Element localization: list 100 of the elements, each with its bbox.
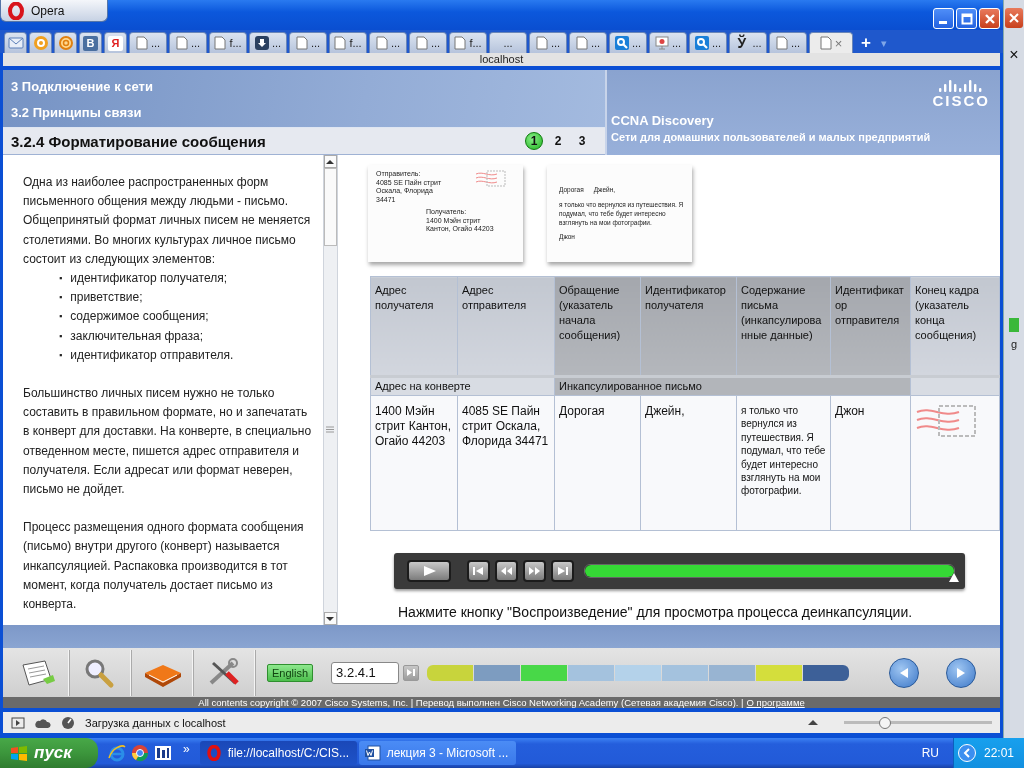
up-arrow-icon[interactable]: [808, 719, 818, 726]
page-icon: [175, 36, 188, 50]
chapter-title: 3 Подключение к сети: [11, 79, 154, 95]
start-button[interactable]: пуск: [0, 738, 98, 768]
favicon: Ў: [736, 35, 748, 51]
close-tab-button[interactable]: ×: [834, 35, 843, 51]
play-button[interactable]: [407, 560, 451, 582]
speedometer-icon[interactable]: [61, 715, 75, 730]
close-button[interactable]: [979, 8, 1000, 29]
close-button[interactable]: [1005, 8, 1023, 28]
back-button[interactable]: [889, 657, 919, 688]
page-number[interactable]: 2: [549, 132, 567, 150]
list-item-text: содержимое сообщения;: [70, 308, 209, 326]
at-sign-icon: [32, 35, 49, 51]
page-number-field[interactable]: 3.2.4.1: [331, 661, 400, 684]
windows-flag-icon: [10, 745, 28, 761]
cloud-icon[interactable]: [35, 716, 51, 729]
column-header: Конец кадра (указатель конца сообщения): [910, 276, 1000, 377]
browser-tab[interactable]: ...: [529, 32, 567, 53]
browser-tab[interactable]: ...: [609, 32, 647, 53]
chevron-left-icon: [962, 748, 971, 758]
taskbar-button[interactable]: лекция 3 - Microsoft ...: [358, 741, 516, 765]
list-item-text: приветствие;: [70, 289, 143, 307]
maximize-icon: [960, 12, 973, 25]
progress-segment[interactable]: [803, 664, 850, 681]
search-icon: [614, 36, 629, 50]
browser-tab[interactable]: [54, 32, 77, 53]
zoom-slider-thumb[interactable]: [879, 716, 892, 729]
progress-thumb[interactable]: [949, 573, 959, 582]
at-sign-icon: [57, 35, 74, 51]
browser-tab[interactable]: f...: [209, 32, 247, 53]
rewind-icon: [500, 566, 513, 576]
section-title: 3.2 Принципы связи: [11, 104, 143, 120]
about-link[interactable]: О программе: [746, 697, 805, 708]
browser-tab[interactable]: ...: [569, 32, 607, 53]
fast-forward-button[interactable]: [523, 560, 546, 582]
go-button[interactable]: [403, 664, 420, 681]
column-header: Адрес отправителя: [457, 276, 555, 377]
tab-marker: [1009, 318, 1019, 332]
page-number[interactable]: 3: [573, 132, 591, 150]
page-icon: [575, 36, 588, 50]
browser-tab[interactable]: ...: [369, 32, 407, 53]
browser-tab[interactable]: f...: [449, 32, 487, 53]
forward-arrow-icon: [955, 666, 967, 679]
search-icon: [694, 36, 709, 50]
browser-tab[interactable]: ...: [249, 32, 287, 53]
skip-to-start-button[interactable]: [467, 560, 490, 582]
column-header: Идентификатор получателя: [640, 276, 737, 377]
chrome-icon[interactable]: [131, 744, 149, 762]
minimize-button[interactable]: [933, 8, 954, 29]
browser-tab[interactable]: f...: [329, 32, 367, 53]
browser-tab[interactable]: [4, 32, 27, 53]
group-header: Инкапсулированное письмо: [554, 376, 911, 396]
skip-to-end-button[interactable]: [551, 560, 574, 582]
page-icon: [819, 36, 832, 50]
scroll-down-button[interactable]: [323, 612, 337, 625]
group-header: Адрес на конверте: [370, 376, 555, 396]
browser-tab[interactable]: ...: [769, 32, 807, 53]
bullet: ▪: [59, 329, 63, 343]
new-tab-button[interactable]: +: [861, 33, 871, 53]
page-icon: [415, 36, 428, 50]
scrollbar-thumb[interactable]: [323, 168, 337, 246]
clock: 22:01: [983, 746, 1014, 760]
browser-tab[interactable]: ...: [289, 32, 327, 53]
rewind-button[interactable]: [495, 560, 518, 582]
show-hidden-icons-button[interactable]: [957, 744, 976, 762]
logo-text: CISCO: [932, 93, 990, 109]
browser-tab[interactable]: ...: [489, 32, 527, 53]
browser-tab[interactable]: ×: [809, 32, 853, 53]
browser-tab[interactable]: ...: [689, 32, 727, 53]
opera-menu-button[interactable]: Opera: [0, 0, 108, 22]
page-number[interactable]: 1: [525, 132, 543, 150]
browser-tab[interactable]: ...: [169, 32, 207, 53]
bullet: ▪: [59, 310, 63, 324]
browser-tab[interactable]: ...: [409, 32, 447, 53]
language-indicator[interactable]: RU: [921, 746, 939, 760]
more-button[interactable]: »: [183, 742, 190, 756]
media-icon[interactable]: [154, 744, 172, 762]
forward-button[interactable]: [946, 657, 976, 688]
panel-toggle-icon[interactable]: [11, 716, 25, 729]
page-icon: [135, 36, 148, 50]
close-tab-button[interactable]: ×: [1009, 46, 1019, 64]
page-icon: [454, 36, 467, 50]
table-cell: Джейн,: [640, 395, 737, 531]
page-icon: [334, 36, 347, 50]
browser-tab[interactable]: [29, 32, 52, 53]
tab-label: g: [1010, 338, 1018, 350]
language-button[interactable]: English: [267, 663, 314, 682]
browser-tab[interactable]: Ў ...: [729, 32, 767, 53]
scroll-up-button[interactable]: [323, 155, 337, 168]
mail-icon: [7, 36, 24, 50]
page-icon: [295, 36, 308, 50]
browser-tab[interactable]: ...: [129, 32, 167, 53]
table-cell: я только что вернулся из путешествия. Я подумал, что тебе будет интересно взглянуть на мои фотографии.: [736, 395, 831, 531]
topic-title: 3.2.4 Форматирование сообщения: [11, 132, 266, 150]
taskbar-button[interactable]: file://localhost/C:/CIS...: [199, 741, 357, 765]
lesson-paragraph: Большинство личных писем нужно не только составить в правильном формате, но и запечатать в конверт для доставки. На конверте, в специально отведенном месте, пишется адрес отправителя и получателя. Если адресат или формат неверен, письмо не дойдет.: [23, 385, 313, 499]
maximize-button[interactable]: [956, 8, 977, 29]
browser-tab[interactable]: ...: [649, 32, 687, 53]
browser-e-icon[interactable]: [108, 744, 126, 762]
